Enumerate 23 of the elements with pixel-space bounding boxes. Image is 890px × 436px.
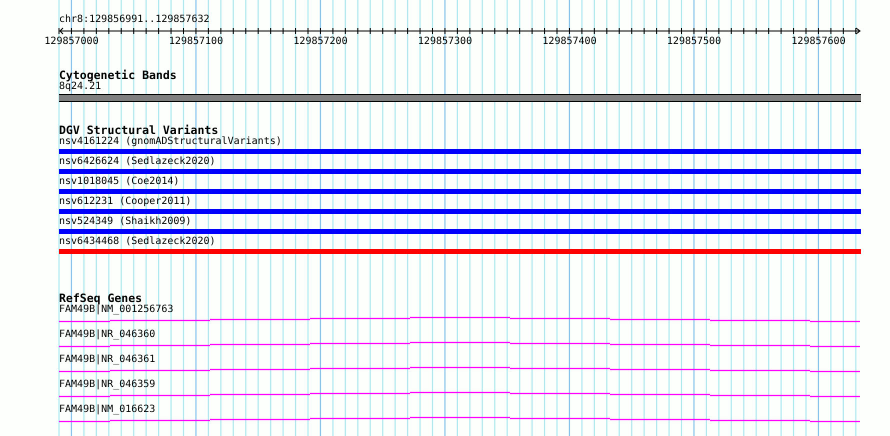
ruler-tick-label: 129857400 — [542, 36, 597, 48]
band-label: 8q24.21 — [59, 81, 102, 93]
gene-label: FAM49B|NR_046359 — [59, 379, 156, 391]
ruler-tick-label: 129857000 — [44, 36, 99, 48]
ruler-tick-label: 129857300 — [418, 36, 472, 48]
ruler-tick-label: 129857500 — [666, 36, 722, 48]
variant-label: nsv6426624 (Sedlazeck2020) — [59, 156, 216, 168]
gene-label: FAM49B|NM_001256763 — [59, 304, 174, 316]
variant-label: nsv1018045 (Coe2014) — [59, 176, 180, 188]
gene-label: FAM49B|NR_046360 — [59, 329, 156, 341]
variant-label: nsv524349 (Shaikh2009) — [59, 216, 192, 228]
gene-label: FAM49B|NR_046361 — [59, 354, 156, 366]
ruler-tick-label: 129857600 — [791, 36, 846, 48]
gene-label: FAM49B|NM_016623 — [59, 404, 156, 416]
variant-label: nsv612231 (Cooper2011) — [59, 196, 192, 208]
track-title: DGV Structural Variants — [59, 124, 218, 136]
track-title: Cytogenetic Bands — [59, 69, 177, 81]
location-label: chr8:129856991..129857632 — [59, 14, 210, 26]
ruler-tick-label: 129857100 — [168, 36, 224, 48]
variant-label: nsv6434468 (Sedlazeck2020) — [59, 236, 216, 248]
track-title: RefSeq Genes — [59, 292, 142, 304]
variant-label: nsv4161224 (gnomADStructuralVariants) — [59, 136, 282, 148]
ruler-tick-label: 129857200 — [293, 36, 348, 48]
